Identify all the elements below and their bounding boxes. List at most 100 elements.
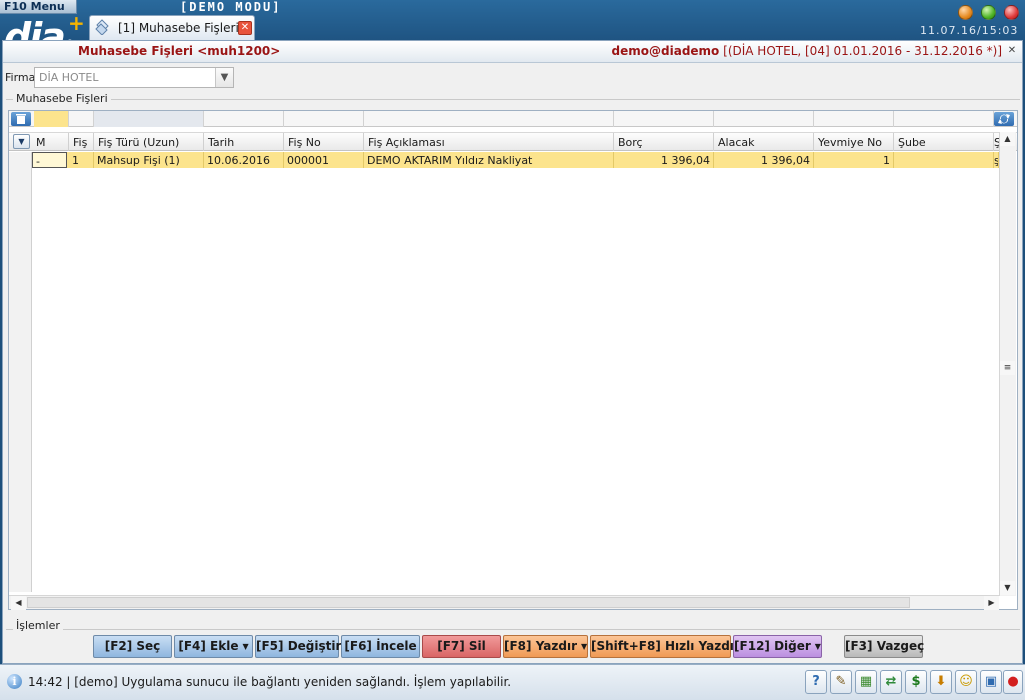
filter-cell-tarih[interactable]: [204, 111, 284, 127]
col-header-borc[interactable]: Borç: [614, 133, 714, 151]
col-header-tur[interactable]: Fiş Türü (Uzun): [94, 133, 204, 151]
group-label: Muhasebe Fişleri: [13, 92, 111, 105]
hizli-yazdir-button[interactable]: [Shift+F8] Hızlı Yazdır: [590, 635, 740, 658]
cell-fis[interactable]: 1: [69, 152, 94, 168]
data-grid: M Fiş Fiş Türü (Uzun) Tarih Fiş No Fiş A…: [8, 110, 1018, 610]
table-row[interactable]: - 1 Mahsup Fişi (1) 10.06.2016 000001 DE…: [32, 152, 999, 168]
cell-sube[interactable]: [894, 152, 994, 168]
actions-label: İşlemler: [13, 619, 63, 632]
form-title: Muhasebe Fişleri <muh1200>: [78, 44, 281, 58]
filter-cell-alacak[interactable]: [714, 111, 814, 127]
incele-button[interactable]: [F6] İncele: [341, 635, 420, 658]
clock-readout: 11.07.16/15:03: [920, 24, 1019, 37]
tools-icon[interactable]: ✎: [830, 670, 852, 694]
user-name: demo@diademo: [611, 44, 720, 58]
col-header-tarih[interactable]: Tarih: [204, 133, 284, 151]
ekle-label: [F4] Ekle: [178, 639, 239, 653]
refresh-icon[interactable]: [994, 112, 1014, 126]
cell-m[interactable]: -: [32, 152, 67, 168]
filter-cell-m[interactable]: [34, 111, 69, 127]
firma-value: DİA HOTEL: [39, 71, 99, 84]
tab-close-icon[interactable]: ✕: [238, 21, 252, 35]
ekle-caret-icon: ▼: [242, 642, 249, 651]
col-header-alacak[interactable]: Alacak: [714, 133, 814, 151]
col-header-yevmiye[interactable]: Yevmiye No: [814, 133, 894, 151]
new-tab-plus-icon[interactable]: +: [68, 13, 85, 33]
filter-cell-borc[interactable]: [614, 111, 714, 127]
vazgec-button[interactable]: [F3] Vazgeç: [844, 635, 925, 658]
col-header-aciklama[interactable]: Fiş Açıklaması: [364, 133, 614, 151]
tab-muhasebe-fisleri[interactable]: [1] Muhasebe Fişleri ✕: [89, 15, 255, 40]
status-text: 14:42 | [demo] Uygulama sunucu ile bağla…: [28, 675, 512, 689]
sync-icon[interactable]: ⇄: [880, 670, 902, 694]
filter-cell-no[interactable]: [284, 111, 364, 127]
scroll-left-icon[interactable]: ◀: [11, 596, 26, 610]
cell-yevmiye[interactable]: 1: [814, 152, 894, 168]
sil-label: [F7] Sil: [437, 639, 486, 653]
scroll-down-icon[interactable]: ▼: [1000, 581, 1015, 595]
incele-label: [F6] İncele: [344, 639, 417, 653]
col-header-m[interactable]: M: [32, 133, 69, 151]
filter-cell-sube[interactable]: [894, 111, 994, 127]
vertical-scrollbar[interactable]: ▲ ≡ ▼: [999, 132, 1016, 596]
cell-alacak[interactable]: 1 396,04: [714, 152, 814, 168]
lock-icon[interactable]: ▣: [980, 670, 1002, 694]
sec-button[interactable]: [F2] Seç: [93, 635, 172, 658]
power-icon[interactable]: ●: [1003, 670, 1023, 694]
firma-select[interactable]: DİA HOTEL ▼: [34, 67, 234, 88]
scroll-grip-icon[interactable]: ≡: [1000, 361, 1015, 375]
column-menu-chevron-icon[interactable]: ▼: [13, 134, 30, 149]
col-header-sube[interactable]: Şube: [894, 133, 994, 151]
scroll-right-icon[interactable]: ▶: [984, 596, 999, 610]
calculator-icon[interactable]: ▦: [855, 670, 877, 694]
smiley-icon[interactable]: ☺: [955, 670, 977, 694]
f10-menu-button[interactable]: F10 Menu: [0, 0, 77, 14]
minimize-icon[interactable]: [958, 5, 973, 20]
form-close-icon[interactable]: ✕: [1006, 45, 1018, 57]
document-tab-icon: [95, 19, 109, 35]
column-header-row: M Fiş Fiş Türü (Uzun) Tarih Fiş No Fiş A…: [9, 132, 1017, 151]
cell-borc[interactable]: 1 396,04: [614, 152, 714, 168]
info-icon: i: [7, 674, 22, 689]
sil-button[interactable]: [F7] Sil: [422, 635, 501, 658]
degistir-button[interactable]: [F5] Değiştir: [255, 635, 342, 658]
cell-tarih[interactable]: 10.06.2016: [204, 152, 284, 168]
diger-button[interactable]: [F12] Diğer ▼: [733, 635, 822, 658]
sec-label: [F2] Seç: [104, 639, 161, 653]
yazdir-caret-icon: ▼: [580, 642, 588, 651]
trash-icon[interactable]: [11, 112, 31, 126]
firma-label: Firma: [5, 71, 36, 84]
close-window-icon[interactable]: [1004, 5, 1019, 20]
col-header-fis[interactable]: Fiş: [69, 133, 94, 151]
filter-cell-aciklama[interactable]: [364, 111, 614, 127]
filter-cell-tur[interactable]: [94, 111, 204, 127]
tab-label: [1] Muhasebe Fişleri: [118, 21, 239, 35]
status-bar: i 14:42 | [demo] Uygulama sunucu ile bağ…: [0, 664, 1025, 700]
vazgec-label: [F3] Vazgeç: [845, 639, 925, 653]
hizli-yazdir-label: [Shift+F8] Hızlı Yazdır: [591, 639, 740, 653]
chevron-down-icon[interactable]: ▼: [215, 68, 233, 87]
currency-icon[interactable]: $: [905, 670, 927, 694]
scroll-up-icon[interactable]: ▲: [1000, 132, 1015, 146]
download-icon[interactable]: ⬇: [930, 670, 952, 694]
maximize-icon[interactable]: [981, 5, 996, 20]
scroll-thumb[interactable]: [27, 597, 910, 608]
horizontal-scrollbar[interactable]: ◀ ▶: [9, 595, 999, 610]
cell-aciklama[interactable]: DEMO AKTARIM Yıldız Nakliyat: [364, 152, 614, 168]
cell-tur[interactable]: Mahsup Fişi (1): [94, 152, 204, 168]
ekle-button[interactable]: [F4] Ekle ▼: [174, 635, 253, 658]
filter-cell-yevmiye[interactable]: [814, 111, 894, 127]
diger-caret-icon: ▼: [814, 642, 821, 651]
user-context: demo@diademo [(DİA HOTEL, [04] 01.01.201…: [612, 44, 1002, 58]
filter-row: [9, 111, 1017, 127]
yazdir-label: [F8] Yazdır: [504, 639, 577, 653]
col-header-no[interactable]: Fiş No: [284, 133, 364, 151]
degistir-label: [F5] Değiştir: [256, 639, 342, 653]
yazdir-button[interactable]: [F8] Yazdır ▼: [503, 635, 588, 658]
help-icon[interactable]: ?: [805, 670, 827, 694]
period-context: [(DİA HOTEL, [04] 01.01.2016 - 31.12.201…: [723, 44, 1002, 58]
demo-mode-label: [DEMO MODU]: [180, 0, 282, 14]
form-header: Muhasebe Fişleri <muh1200> demo@diademo …: [3, 41, 1022, 63]
cell-no[interactable]: 000001: [284, 152, 364, 168]
filter-cell-fis[interactable]: [69, 111, 94, 127]
